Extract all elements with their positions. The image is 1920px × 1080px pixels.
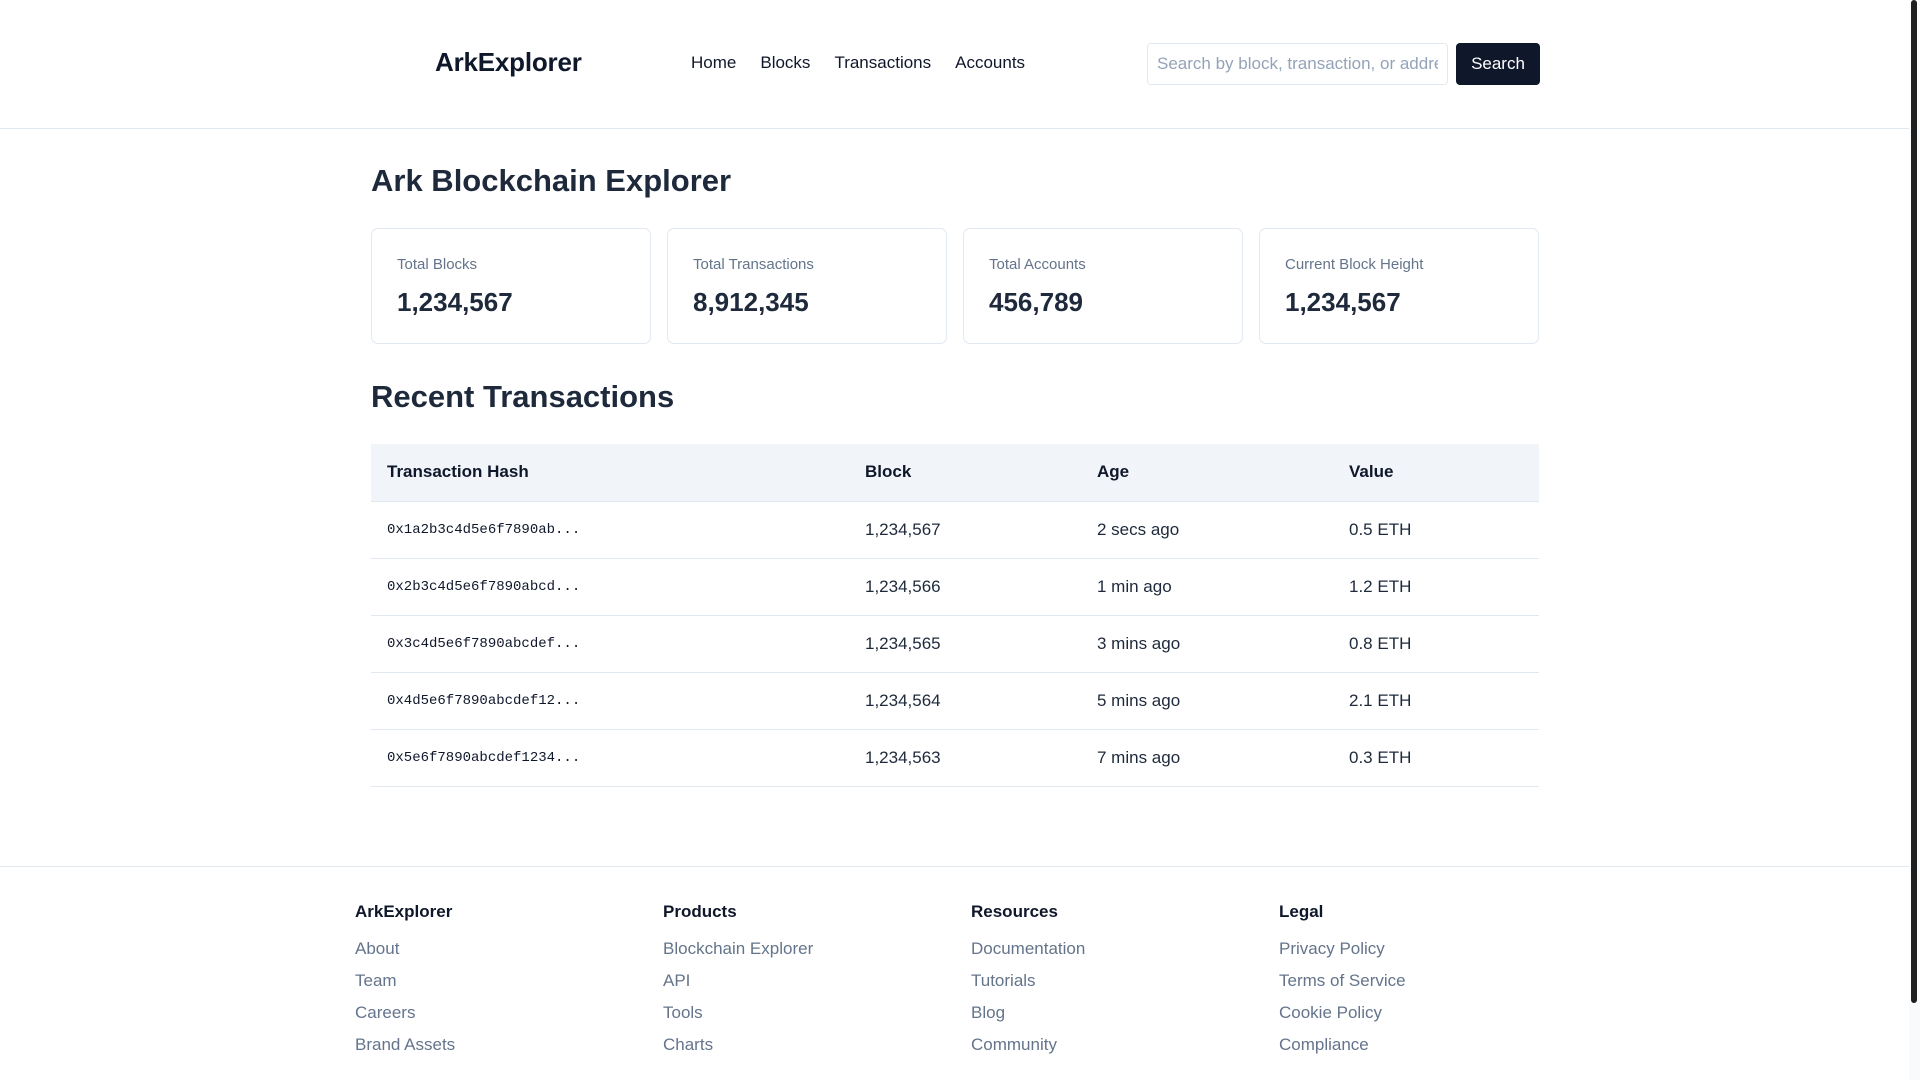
table-row[interactable]: 0x2b3c4d5e6f7890abcd... 1,234,566 1 min …: [371, 558, 1539, 616]
transaction-hash-cell[interactable]: 0x1a2b3c4d5e6f7890ab...: [371, 501, 849, 559]
search-input[interactable]: [1147, 43, 1448, 85]
stat-value: 8,912,345: [693, 287, 809, 317]
stat-card-total-transactions: Total Transactions 8,912,345: [667, 228, 947, 344]
footer-link-documentation[interactable]: Documentation: [971, 939, 1085, 959]
footer-link-team[interactable]: Team: [355, 971, 455, 991]
age-cell: 3 mins ago: [1081, 615, 1333, 673]
stat-value: 1,234,567: [1285, 287, 1401, 317]
block-cell: 1,234,565: [849, 615, 1081, 673]
footer-heading: Legal: [1279, 902, 1324, 921]
stat-label: Current Block Height: [1285, 256, 1424, 273]
transaction-hash-cell[interactable]: 0x4d5e6f7890abcdef12...: [371, 672, 849, 730]
stat-value: 456,789: [989, 287, 1083, 317]
page: ArkExplorer Home Blocks Transactions Acc…: [0, 0, 1920, 1080]
footer-column-legal: Legal Privacy Policy Terms of Service Co…: [1279, 902, 1406, 1067]
table-row[interactable]: 0x3c4d5e6f7890abcdef... 1,234,565 3 mins…: [371, 615, 1539, 673]
value-cell: 1.2 ETH: [1333, 558, 1539, 616]
transaction-hash-cell[interactable]: 0x5e6f7890abcdef1234...: [371, 729, 849, 787]
column-header-age: Age: [1081, 444, 1333, 502]
nav-link-home[interactable]: Home: [691, 53, 736, 73]
footer-link-careers[interactable]: Careers: [355, 1003, 455, 1023]
table-row[interactable]: 0x5e6f7890abcdef1234... 1,234,563 7 mins…: [371, 729, 1539, 787]
nav-link-accounts[interactable]: Accounts: [955, 53, 1025, 73]
footer-link-cookie-policy[interactable]: Cookie Policy: [1279, 1003, 1406, 1023]
block-cell: 1,234,567: [849, 501, 1081, 559]
transactions-table: Transaction Hash Block Age Value 0x1a2b3…: [371, 444, 1539, 787]
table-row[interactable]: 0x1a2b3c4d5e6f7890ab... 1,234,567 2 secs…: [371, 501, 1539, 559]
footer-link-privacy-policy[interactable]: Privacy Policy: [1279, 939, 1406, 959]
stat-card-total-blocks: Total Blocks 1,234,567: [371, 228, 651, 344]
brand-logo[interactable]: ArkExplorer: [435, 47, 582, 78]
footer-link-tutorials[interactable]: Tutorials: [971, 971, 1085, 991]
footer-link-about[interactable]: About: [355, 939, 455, 959]
footer-column-products: Products Blockchain Explorer API Tools C…: [663, 902, 813, 1067]
footer-link-blog[interactable]: Blog: [971, 1003, 1085, 1023]
value-cell: 0.5 ETH: [1333, 501, 1539, 559]
nav-link-blocks[interactable]: Blocks: [760, 53, 810, 73]
stats-row: Total Blocks 1,234,567 Total Transaction…: [371, 228, 1539, 344]
stat-value: 1,234,567: [397, 287, 513, 317]
stat-label: Total Accounts: [989, 256, 1086, 273]
footer-link-brand-assets[interactable]: Brand Assets: [355, 1035, 455, 1055]
stat-label: Total Transactions: [693, 256, 814, 273]
footer-link-compliance[interactable]: Compliance: [1279, 1035, 1406, 1055]
block-cell: 1,234,564: [849, 672, 1081, 730]
age-cell: 2 secs ago: [1081, 501, 1333, 559]
table-header-row: Transaction Hash Block Age Value: [371, 444, 1539, 502]
age-cell: 7 mins ago: [1081, 729, 1333, 787]
block-cell: 1,234,563: [849, 729, 1081, 787]
footer-link-blockchain-explorer[interactable]: Blockchain Explorer: [663, 939, 813, 959]
age-cell: 1 min ago: [1081, 558, 1333, 616]
column-header-block: Block: [849, 444, 1081, 502]
age-cell: 5 mins ago: [1081, 672, 1333, 730]
value-cell: 2.1 ETH: [1333, 672, 1539, 730]
footer-heading: ArkExplorer: [355, 902, 453, 921]
transaction-hash-cell[interactable]: 0x3c4d5e6f7890abcdef...: [371, 615, 849, 673]
footer-heading: Products: [663, 902, 737, 921]
nav-link-transactions[interactable]: Transactions: [834, 53, 931, 73]
site-footer: ArkExplorer About Team Careers Brand Ass…: [0, 866, 1909, 1080]
value-cell: 0.8 ETH: [1333, 615, 1539, 673]
search-button[interactable]: Search: [1456, 43, 1540, 85]
stat-card-current-block-height: Current Block Height 1,234,567: [1259, 228, 1539, 344]
block-cell: 1,234,566: [849, 558, 1081, 616]
footer-link-terms-of-service[interactable]: Terms of Service: [1279, 971, 1406, 991]
stat-label: Total Blocks: [397, 256, 478, 273]
footer-link-api[interactable]: API: [663, 971, 813, 991]
recent-transactions-title: Recent Transactions: [371, 379, 675, 414]
column-header-transaction-hash: Transaction Hash: [371, 444, 849, 502]
stat-card-total-accounts: Total Accounts 456,789: [963, 228, 1243, 344]
vertical-scrollbar[interactable]: [1909, 0, 1920, 1080]
value-cell: 0.3 ETH: [1333, 729, 1539, 787]
site-header: ArkExplorer Home Blocks Transactions Acc…: [0, 0, 1909, 129]
page-title: Ark Blockchain Explorer: [371, 163, 732, 198]
column-header-value: Value: [1333, 444, 1539, 502]
footer-link-community[interactable]: Community: [971, 1035, 1085, 1055]
footer-link-tools[interactable]: Tools: [663, 1003, 813, 1023]
footer-column-arkexplorer: ArkExplorer About Team Careers Brand Ass…: [355, 902, 455, 1067]
footer-heading: Resources: [971, 902, 1058, 921]
footer-link-charts[interactable]: Charts: [663, 1035, 813, 1055]
scrollbar-thumb[interactable]: [1911, 0, 1917, 1003]
main-nav: Home Blocks Transactions Accounts: [691, 53, 1025, 73]
transaction-hash-cell[interactable]: 0x2b3c4d5e6f7890abcd...: [371, 558, 849, 616]
footer-column-resources: Resources Documentation Tutorials Blog C…: [971, 902, 1085, 1067]
table-row[interactable]: 0x4d5e6f7890abcdef12... 1,234,564 5 mins…: [371, 672, 1539, 730]
